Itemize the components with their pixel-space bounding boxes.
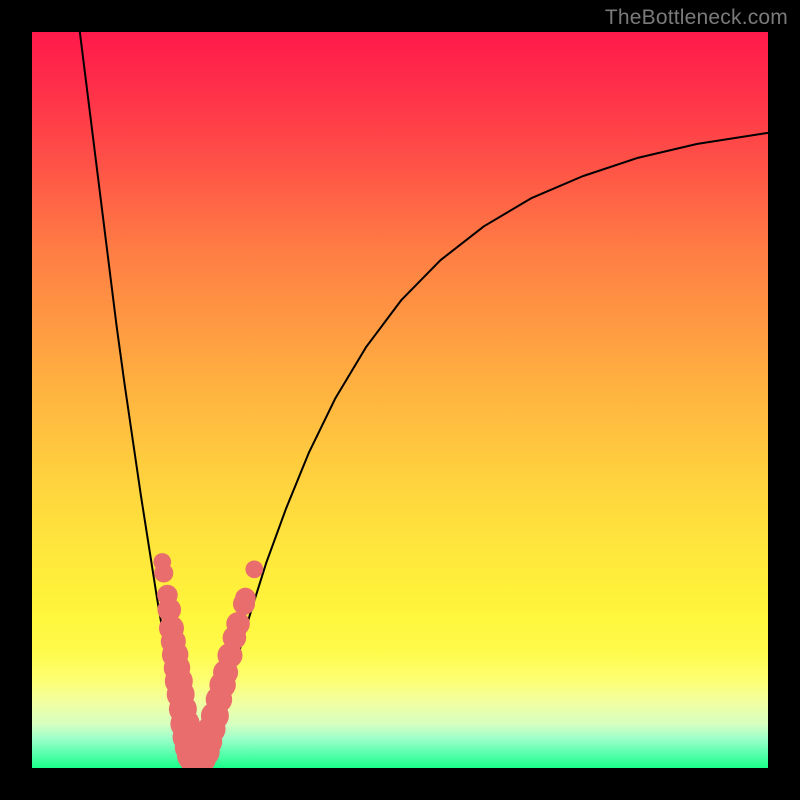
chart-svg: [32, 32, 768, 768]
scatter-dot: [226, 612, 250, 636]
scatter-dot: [235, 588, 256, 609]
plot-area: [32, 32, 768, 768]
scatter-dot: [245, 560, 263, 578]
chart-frame: TheBottleneck.com: [0, 0, 800, 800]
scatter-dots: [153, 553, 263, 768]
scatter-dot: [154, 563, 173, 582]
watermark-text: TheBottleneck.com: [605, 6, 788, 30]
